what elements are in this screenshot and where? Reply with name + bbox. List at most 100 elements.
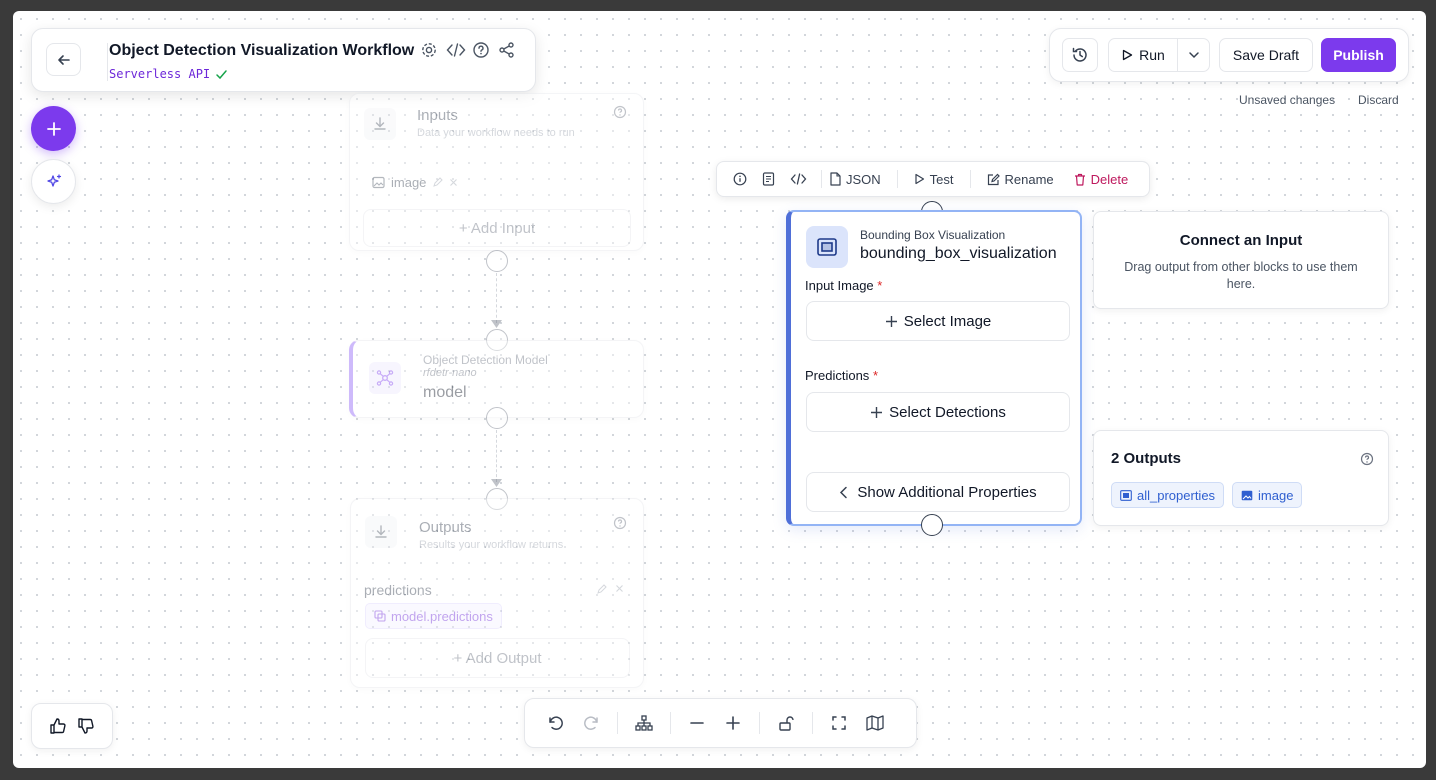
controls-divider bbox=[670, 712, 671, 734]
outputs-subtitle: Results your workflow returns bbox=[419, 539, 564, 551]
output-chip-all-properties[interactable]: all_properties bbox=[1111, 482, 1225, 508]
thumbs-up-icon[interactable] bbox=[49, 717, 67, 735]
toolbar-divider bbox=[896, 170, 898, 188]
select-image-button[interactable]: Select Image bbox=[806, 301, 1070, 341]
edit-icon[interactable] bbox=[596, 584, 607, 595]
inputs-title: Inputs bbox=[417, 107, 458, 124]
add-output-button[interactable]: + Add Output bbox=[365, 638, 630, 678]
run-button[interactable]: Run bbox=[1108, 38, 1178, 72]
outputs-title: Outputs bbox=[419, 519, 472, 536]
info-icon[interactable] bbox=[727, 172, 753, 186]
unsaved-status: Unsaved changes bbox=[1239, 93, 1336, 107]
block-type: Bounding Box Visualization bbox=[860, 228, 1006, 242]
run-options-button[interactable] bbox=[1177, 38, 1210, 72]
back-button[interactable] bbox=[46, 43, 81, 76]
network-icon bbox=[369, 362, 401, 394]
help-icon[interactable] bbox=[613, 105, 627, 119]
help-icon[interactable] bbox=[1360, 452, 1374, 466]
zoom-in-icon[interactable] bbox=[715, 708, 751, 738]
canvas-controls bbox=[524, 698, 917, 748]
file-icon bbox=[830, 172, 841, 186]
deployment-label: Serverless API bbox=[109, 67, 211, 81]
arrow-down-icon bbox=[491, 320, 502, 328]
bbox-output-handle[interactable] bbox=[921, 514, 943, 536]
play-icon bbox=[914, 173, 925, 185]
save-draft-button[interactable]: Save Draft bbox=[1219, 38, 1313, 72]
node-toolbar: JSON Test Rename Delete bbox=[716, 161, 1150, 197]
bounding-box-node[interactable]: Bounding Box Visualization bounding_box_… bbox=[786, 210, 1082, 526]
workflow-title[interactable]: Object Detection Visualization Workflow bbox=[109, 42, 414, 60]
output-chip-label: image bbox=[1258, 487, 1294, 503]
show-additional-properties-button[interactable]: Show Additional Properties bbox=[806, 472, 1070, 512]
rename-label: Rename bbox=[1004, 171, 1054, 187]
redo-icon[interactable] bbox=[573, 708, 609, 738]
output-reference-chip[interactable]: model.predictions bbox=[365, 603, 502, 629]
add-block-button[interactable] bbox=[31, 106, 76, 151]
link-icon bbox=[374, 610, 386, 622]
ai-assist-button[interactable] bbox=[31, 159, 76, 204]
deployment-status: Serverless API bbox=[109, 67, 228, 81]
inputs-node[interactable]: Inputs Data your workflow needs to run i… bbox=[349, 93, 644, 251]
plus-icon bbox=[885, 315, 898, 328]
docs-icon[interactable] bbox=[753, 172, 783, 186]
minimap-icon[interactable] bbox=[857, 708, 893, 738]
toolbar-divider bbox=[969, 170, 971, 188]
code-icon[interactable] bbox=[446, 41, 466, 59]
workflow-header: Object Detection Visualization Workflow … bbox=[31, 28, 536, 92]
close-icon[interactable] bbox=[449, 178, 458, 187]
add-input-button[interactable]: + Add Input bbox=[363, 209, 631, 247]
input-item[interactable]: image bbox=[372, 175, 458, 190]
input-image-text: Input Image bbox=[805, 278, 874, 293]
chevron-down-icon bbox=[1188, 49, 1200, 61]
edge-inputs-model bbox=[496, 273, 497, 323]
close-icon[interactable] bbox=[615, 584, 624, 595]
share-icon[interactable] bbox=[498, 41, 516, 59]
outputs-count: 2 Outputs bbox=[1111, 450, 1181, 467]
delete-button[interactable]: Delete bbox=[1074, 172, 1128, 187]
arrow-down-icon bbox=[491, 479, 502, 487]
edit-icon bbox=[987, 173, 1000, 186]
help-icon[interactable] bbox=[613, 516, 627, 530]
plus-icon bbox=[870, 406, 883, 419]
model-output-handle[interactable] bbox=[486, 407, 508, 429]
test-label: Test bbox=[929, 171, 954, 187]
json-button[interactable]: JSON bbox=[830, 172, 881, 187]
unlock-icon[interactable] bbox=[768, 708, 804, 738]
edit-icon[interactable] bbox=[432, 177, 444, 188]
feedback-panel bbox=[31, 703, 113, 749]
connect-description: Drag output from other blocks to use the… bbox=[1124, 260, 1358, 291]
output-reference: model.predictions bbox=[391, 608, 493, 624]
chevron-left-icon bbox=[839, 486, 848, 499]
select-detections-button[interactable]: Select Detections bbox=[806, 392, 1070, 432]
output-chip-image[interactable]: image bbox=[1232, 482, 1303, 508]
input-name: image bbox=[391, 175, 427, 190]
image-icon bbox=[1241, 490, 1253, 501]
auto-layout-icon[interactable] bbox=[626, 708, 662, 738]
workflow-canvas[interactable]: Object Detection Visualization Workflow … bbox=[13, 11, 1426, 768]
inputs-subtitle: Data your workflow needs to run bbox=[417, 127, 575, 139]
discard-link[interactable]: Discard bbox=[1358, 93, 1399, 107]
test-button[interactable]: Test bbox=[914, 172, 954, 187]
outputs-node[interactable]: Outputs Results your workflow returns pr… bbox=[350, 498, 644, 688]
help-icon[interactable] bbox=[472, 41, 490, 59]
code-icon[interactable] bbox=[783, 172, 813, 186]
settings-icon[interactable] bbox=[420, 41, 438, 59]
fit-view-icon[interactable] bbox=[821, 708, 857, 738]
header-actions bbox=[420, 41, 516, 59]
thumbs-down-icon[interactable] bbox=[77, 717, 95, 735]
run-label: Run bbox=[1139, 47, 1165, 63]
required-marker: * bbox=[877, 278, 883, 293]
rename-button[interactable]: Rename bbox=[987, 172, 1054, 187]
zoom-out-icon[interactable] bbox=[679, 708, 715, 738]
image-frame-icon bbox=[1120, 489, 1132, 501]
history-button[interactable] bbox=[1062, 38, 1098, 72]
inputs-output-handle[interactable] bbox=[486, 250, 508, 272]
controls-divider bbox=[812, 712, 813, 734]
required-marker: * bbox=[872, 368, 878, 383]
image-icon bbox=[372, 176, 385, 189]
undo-icon[interactable] bbox=[537, 708, 573, 738]
publish-button[interactable]: Publish bbox=[1321, 38, 1396, 72]
block-name[interactable]: bounding_box_visualization bbox=[860, 245, 1057, 263]
header-divider bbox=[107, 43, 108, 81]
model-id: rfdetr-nano bbox=[423, 367, 477, 379]
